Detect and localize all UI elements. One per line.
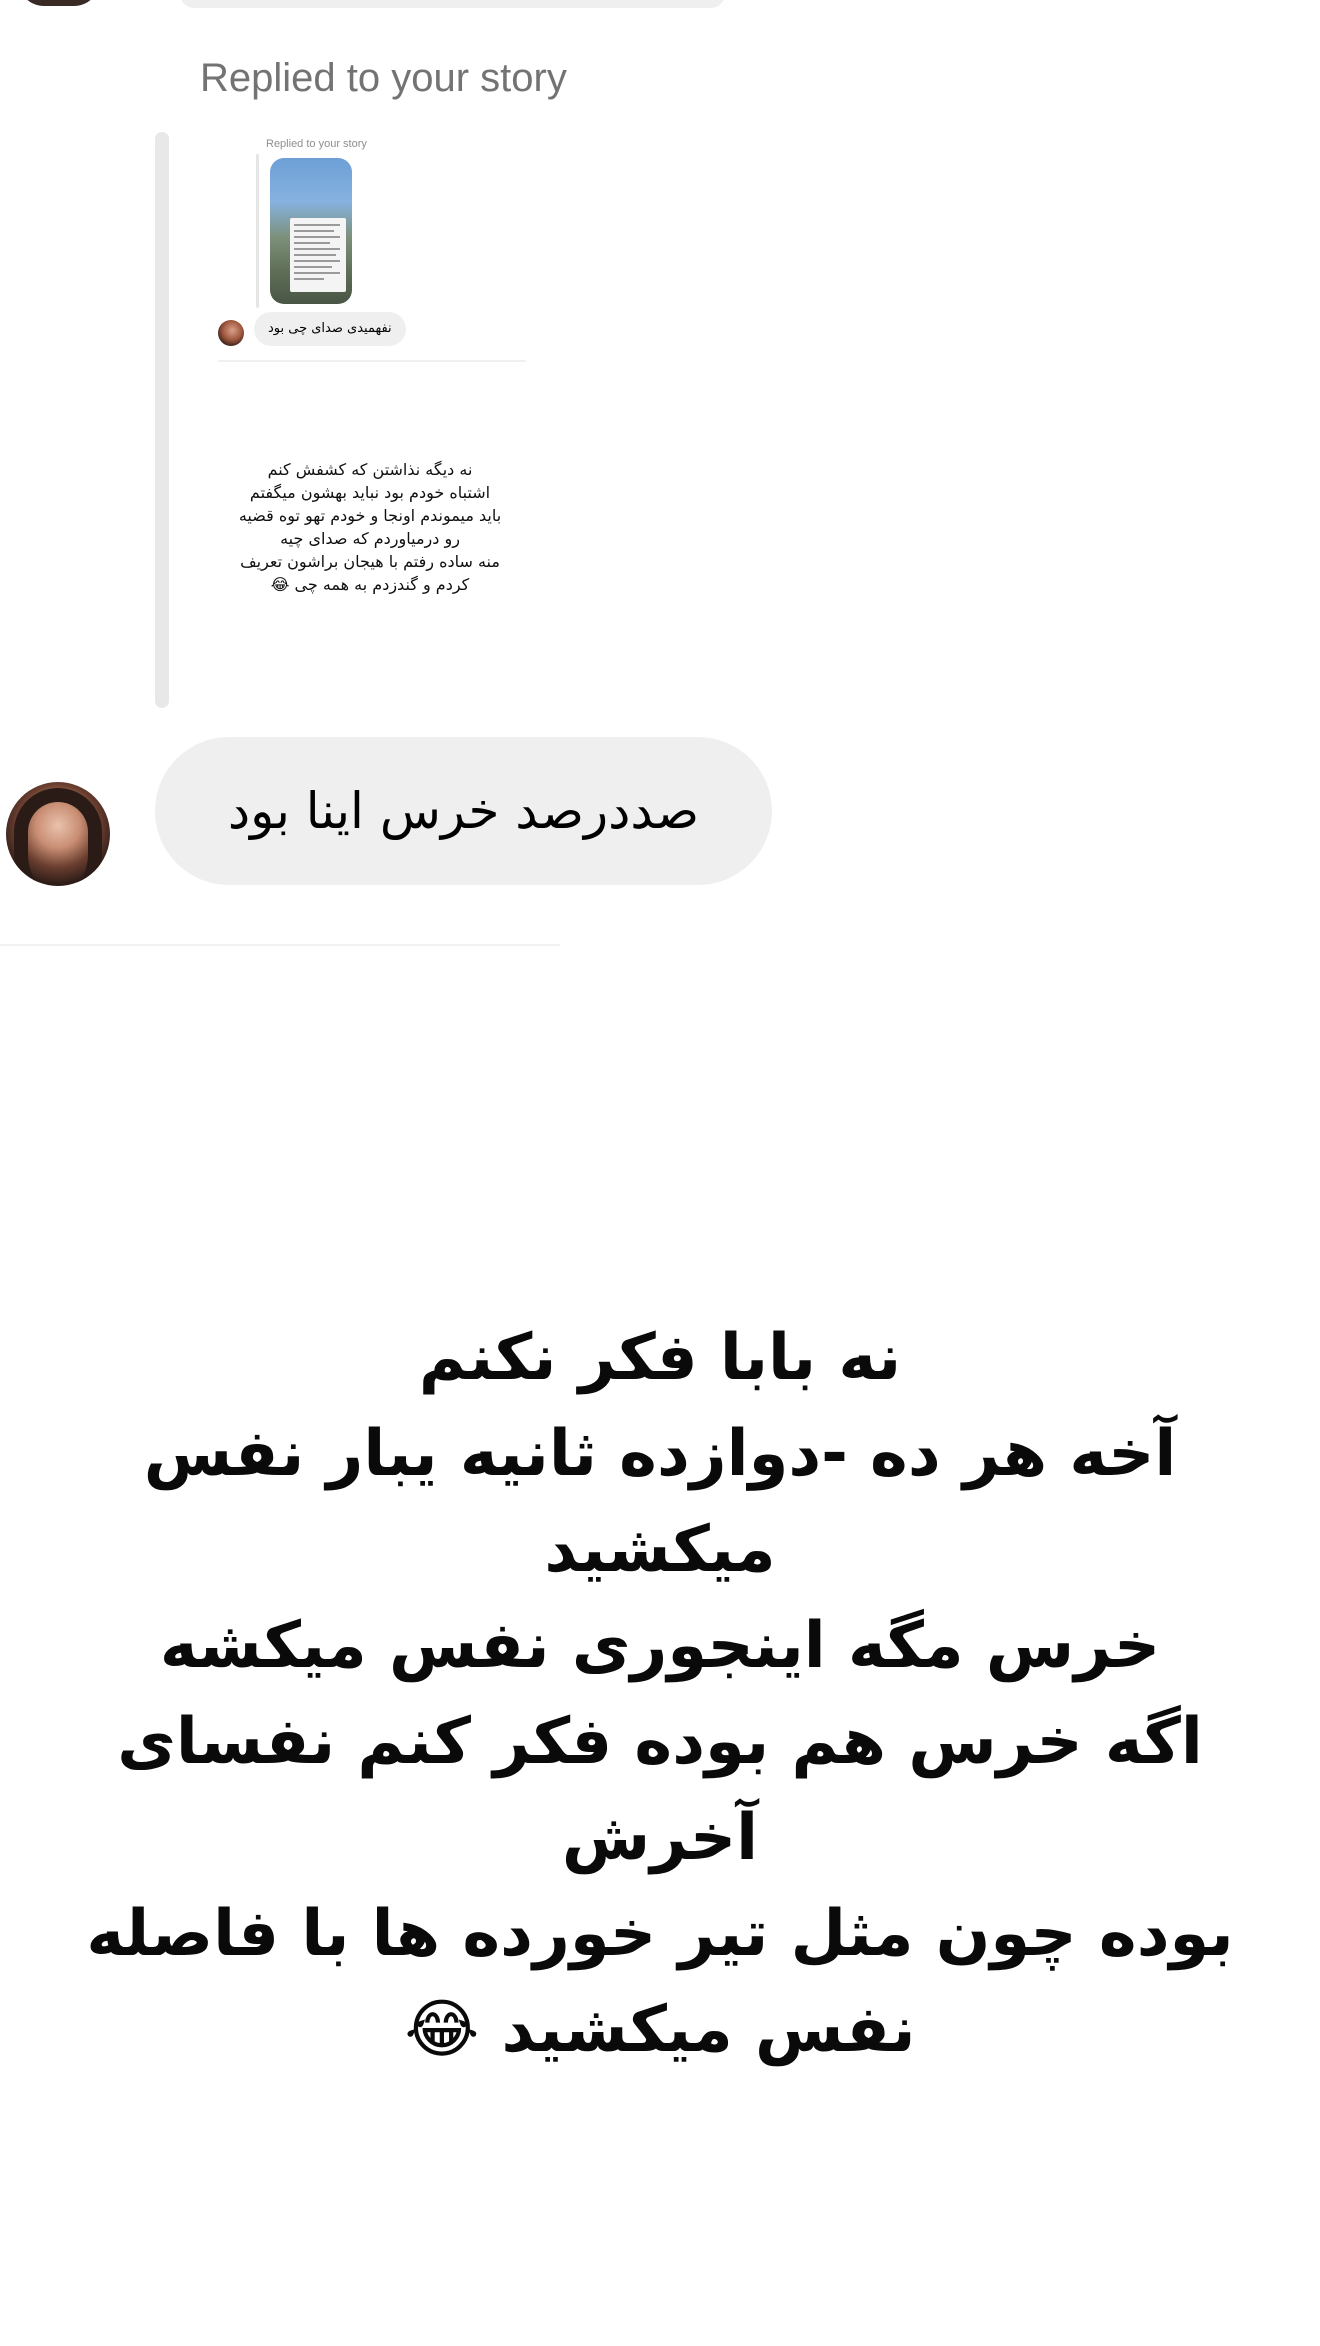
story-preview-message-bubble: نفهمیدی صدای چی بود	[254, 312, 406, 346]
story-preview-avatar	[218, 320, 244, 346]
avatar-hair-shape	[14, 788, 102, 884]
story-thumbnail-text-card	[290, 218, 346, 292]
caption-text: نه بابا فکر نکنم آخه هر ده -دوازده ثانیه…	[86, 1321, 1234, 2067]
story-thumbnail	[270, 158, 352, 304]
story-preview-post-text: نه دیگه نذاشتن که کشفش کنم اشتباه خودم ب…	[238, 460, 502, 594]
story-preview[interactable]: Replied to your story نفهمیدی صدای چی بو…	[200, 132, 545, 702]
sender-avatar[interactable]	[6, 782, 110, 886]
reply-quote-line	[155, 132, 169, 708]
story-preview-divider	[218, 360, 526, 362]
replied-to-story-label: Replied to your story	[200, 56, 567, 100]
story-preview-quote-line	[256, 154, 259, 308]
screenshot-divider	[0, 944, 560, 946]
message-text: صددرصد خرس اینا بود	[227, 782, 700, 840]
previous-avatar-edge	[18, 0, 100, 6]
previous-message-edge	[180, 0, 725, 8]
story-preview-replied-label: Replied to your story	[266, 138, 367, 150]
